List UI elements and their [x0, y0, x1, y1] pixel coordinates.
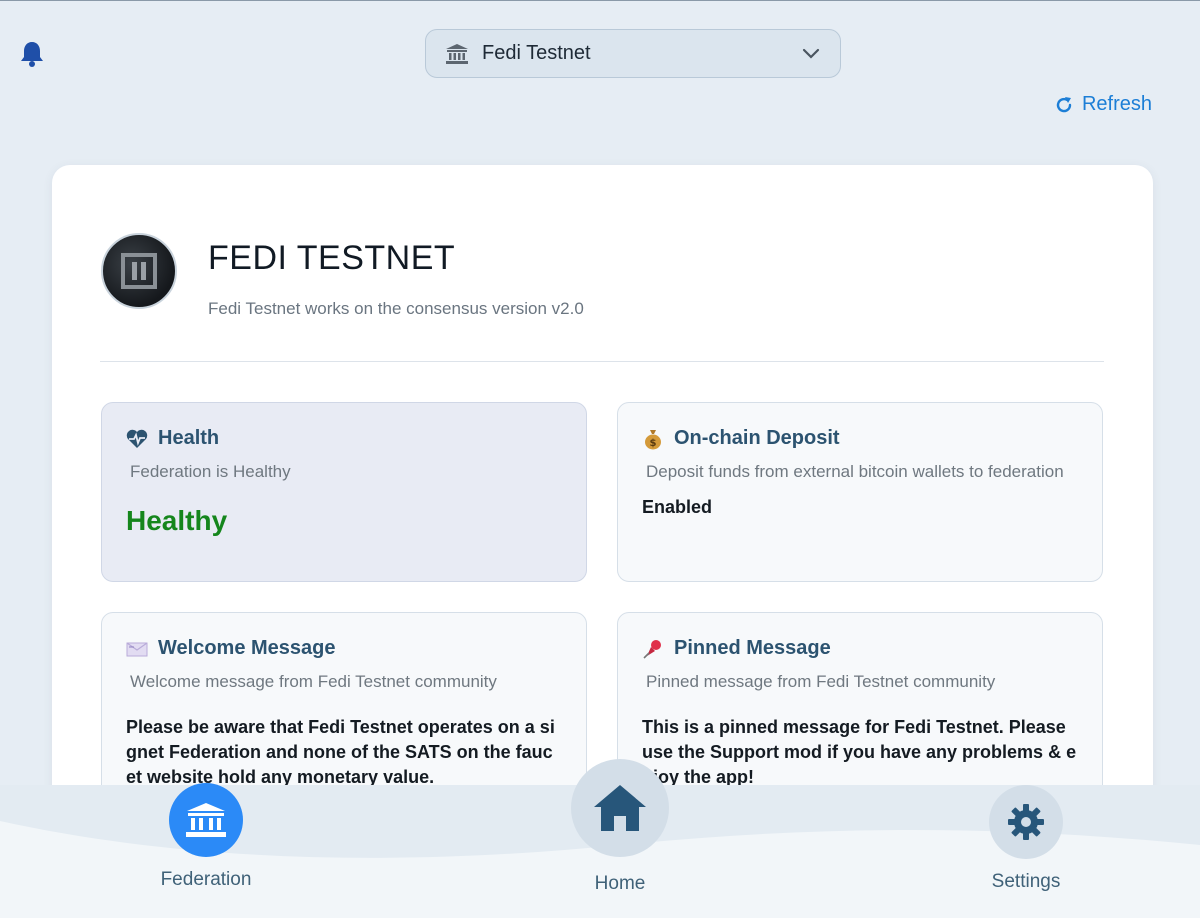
envelope-icon	[126, 638, 148, 660]
refresh-icon	[1054, 95, 1074, 115]
nav-home[interactable]: Home	[560, 759, 680, 895]
money-bag-icon: $	[642, 428, 664, 450]
federation-selector[interactable]: Fedi Testnet	[425, 29, 841, 78]
bottom-navigation: Federation Home Settings	[0, 759, 1200, 918]
refresh-label: Refresh	[1081, 93, 1152, 115]
deposit-title: On-chain Deposit	[674, 427, 840, 449]
pinned-title: Pinned Message	[674, 637, 831, 659]
bank-icon	[169, 783, 243, 857]
health-description: Federation is Healthy	[130, 462, 291, 481]
nav-federation[interactable]: Federation	[160, 783, 252, 891]
health-status: Healthy	[126, 505, 228, 536]
refresh-button[interactable]: Refresh	[1054, 93, 1152, 116]
health-title: Health	[158, 427, 220, 449]
notifications-bell-icon[interactable]	[18, 39, 46, 69]
deposit-status: Enabled	[642, 497, 713, 517]
federation-subtitle: Fedi Testnet works on the consensus vers…	[208, 299, 584, 318]
deposit-tile: $ On-chain Deposit Deposit funds from ex…	[617, 402, 1103, 582]
health-tile: Health Federation is Healthy Healthy	[101, 402, 587, 582]
federation-selector-label: Fedi Testnet	[482, 42, 591, 64]
nav-settings[interactable]: Settings	[976, 785, 1076, 893]
home-icon	[571, 759, 669, 857]
svg-text:$: $	[650, 438, 657, 449]
federation-logo	[101, 233, 177, 309]
nav-federation-label: Federation	[160, 869, 252, 890]
gear-icon	[989, 785, 1063, 859]
federation-title: FEDI TESTNET	[208, 239, 456, 277]
nav-settings-label: Settings	[991, 871, 1061, 892]
top-bar: Fedi Testnet Refresh	[0, 1, 1200, 141]
divider	[100, 361, 1104, 362]
chevron-down-icon	[802, 45, 820, 63]
pinned-description: Pinned message from Fedi Testnet communi…	[646, 672, 996, 691]
nav-home-label: Home	[594, 873, 646, 894]
welcome-description: Welcome message from Fedi Testnet commun…	[130, 672, 497, 691]
welcome-body: Please be aware that Fedi Testnet operat…	[126, 717, 555, 787]
pushpin-icon	[642, 638, 664, 660]
pinned-body: This is a pinned message for Fedi Testne…	[642, 717, 1077, 787]
bank-icon	[446, 43, 468, 65]
welcome-title: Welcome Message	[158, 637, 336, 659]
heart-pulse-icon	[126, 428, 148, 450]
federation-card: FEDI TESTNET Fedi Testnet works on the c…	[52, 165, 1153, 825]
deposit-description: Deposit funds from external bitcoin wall…	[646, 462, 1064, 481]
